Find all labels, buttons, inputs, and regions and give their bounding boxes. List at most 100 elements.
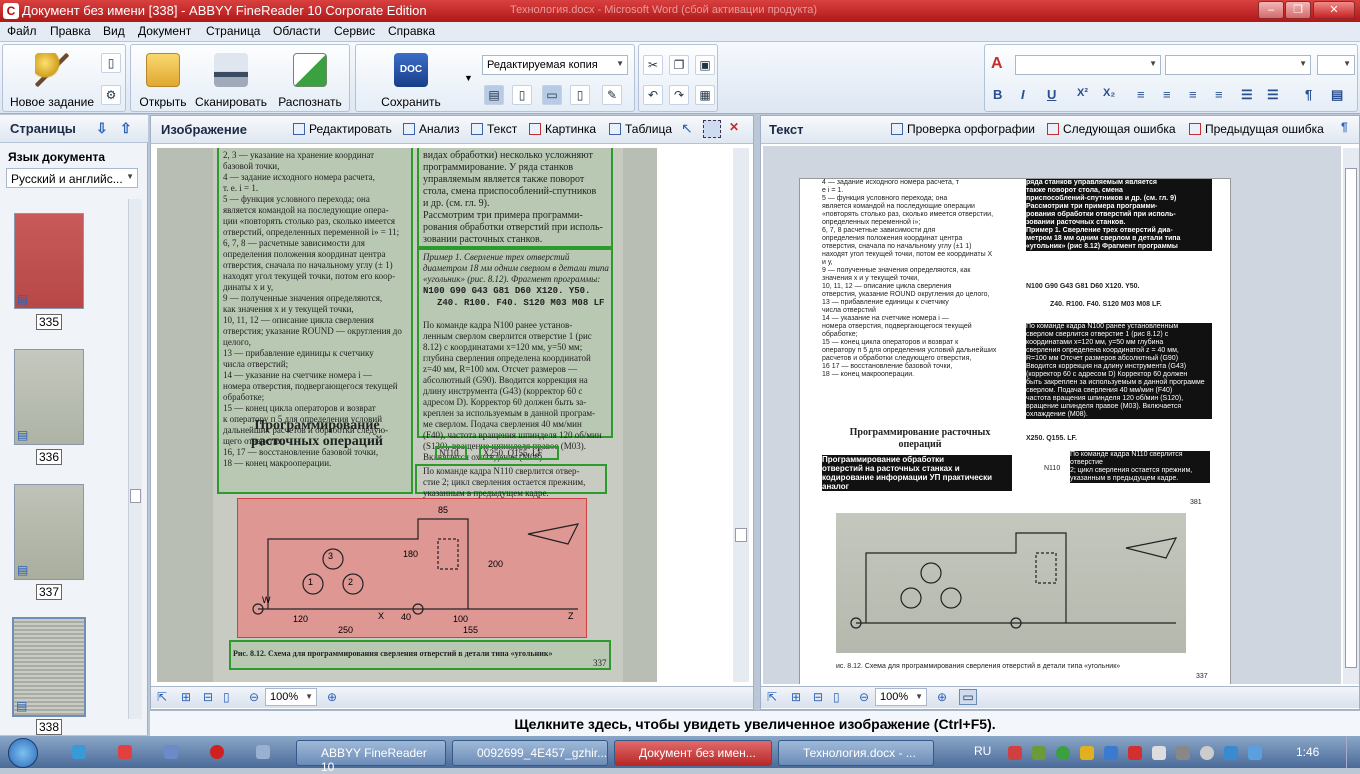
tray-info-icon[interactable]	[1056, 746, 1070, 760]
close-button[interactable]: ✕	[1313, 1, 1355, 19]
menu-page[interactable]: Страница	[206, 24, 260, 38]
font-size-select[interactable]: ▼	[1317, 55, 1355, 75]
settings-icon[interactable]: ⚙	[101, 85, 121, 105]
recognized-figure[interactable]	[836, 513, 1186, 653]
opera-icon[interactable]	[210, 745, 224, 759]
move-down-icon[interactable]: ⇩	[96, 120, 108, 137]
scanned-page-image[interactable]: 2, 3 — указание на хранение координат баз…	[157, 148, 657, 682]
image-vertical-scrollbar[interactable]	[733, 148, 749, 682]
font-select[interactable]: ▼	[1165, 55, 1311, 75]
analyze-button[interactable]: Анализ	[403, 122, 460, 136]
layout-page-icon[interactable]: ▯	[512, 85, 532, 105]
previous-error-button[interactable]: Предыдущая ошибка	[1189, 122, 1324, 136]
undo-icon[interactable]: ↶	[643, 85, 663, 105]
tray-volume-icon[interactable]	[1248, 746, 1262, 760]
align-justify-icon[interactable]: ≡	[1215, 87, 1223, 102]
start-button[interactable]	[8, 738, 38, 768]
style-select[interactable]: ▼	[1015, 55, 1161, 75]
fit-height-icon[interactable]: ⊟	[813, 690, 823, 704]
task-file[interactable]: 0092699_4E457_gzhir...	[452, 740, 608, 766]
pointer-icon[interactable]: ↖	[681, 120, 693, 137]
text-vertical-scrollbar[interactable]	[1343, 148, 1359, 684]
language-indicator[interactable]: RU	[974, 744, 991, 758]
tray-app-icon[interactable]	[1104, 746, 1118, 760]
scan-button[interactable]: Сканировать	[193, 49, 269, 109]
underline-button[interactable]: U	[1047, 87, 1056, 102]
picture-area-button[interactable]: Картинка	[529, 122, 596, 136]
actual-size-icon[interactable]: ▯	[223, 690, 230, 704]
zoom-hint-bar[interactable]: Щелкните здесь, чтобы увидеть увеличенно…	[150, 710, 1360, 736]
picture-block[interactable]: 3 1 2 85 120 250 40 100 155 200 180 W X …	[237, 498, 587, 638]
table-area-button[interactable]: Таблица	[609, 122, 672, 136]
minimize-button[interactable]: –	[1258, 1, 1284, 19]
subscript-button[interactable]: X₂	[1103, 87, 1115, 99]
ie-icon[interactable]	[72, 745, 86, 759]
tray-flag-icon[interactable]	[1224, 746, 1238, 760]
fit-width-icon[interactable]: ⊞	[791, 690, 801, 704]
task-finereader[interactable]: ABBYY FineReader 10	[296, 740, 446, 774]
page-thumbnail-338[interactable]: ▤	[12, 617, 86, 717]
text-style-icon[interactable]: A	[991, 55, 1003, 73]
next-error-button[interactable]: Следующая ошибка	[1047, 122, 1176, 136]
tray-acrobat-icon[interactable]	[1008, 746, 1022, 760]
actual-size-icon[interactable]: ▯	[833, 690, 840, 704]
copy-mode-select[interactable]: Редактируемая копия ▼	[482, 55, 628, 75]
menu-tools[interactable]: Сервис	[334, 24, 375, 38]
indent-icon[interactable]: ☰	[1267, 87, 1279, 103]
menu-view[interactable]: Вид	[103, 24, 125, 38]
restore-button[interactable]: ❐	[1285, 1, 1311, 19]
options-wrench-icon[interactable]: ✎	[602, 85, 622, 105]
fit-width-icon[interactable]: ⊞	[181, 690, 191, 704]
layout-plain-icon[interactable]: ▯	[570, 85, 590, 105]
page-thumbnail-336[interactable]: ▤	[14, 349, 84, 445]
tray-pen-icon[interactable]	[1032, 746, 1046, 760]
delete-area-icon[interactable]: ✕	[729, 120, 739, 134]
view-toggle-icon[interactable]: ▭	[959, 689, 977, 705]
page-thumbnail-337[interactable]: ▤	[14, 484, 84, 580]
tray-clock-icon[interactable]	[1200, 746, 1214, 760]
zoom-out-icon[interactable]: ⊖	[249, 690, 259, 704]
spellcheck-button[interactable]: Проверка орфографии	[891, 122, 1035, 136]
task-document-active[interactable]: Документ без имен...	[614, 740, 772, 766]
text-area-button[interactable]: Текст	[471, 122, 517, 136]
menu-document[interactable]: Документ	[138, 24, 191, 38]
zoom-in-icon[interactable]: ⊕	[327, 690, 337, 704]
redo-icon[interactable]: ↷	[669, 85, 689, 105]
show-desktop-button[interactable]	[1346, 736, 1360, 768]
zoom-in-icon[interactable]: ⊕	[937, 690, 947, 704]
cut-icon[interactable]: ✂	[643, 55, 663, 75]
scroll-thumb[interactable]	[735, 528, 747, 542]
paragraph-icon[interactable]: ¶	[1305, 87, 1312, 102]
fit-height-icon[interactable]: ⊟	[203, 690, 213, 704]
image-zoom-select[interactable]: 100% ▼	[265, 688, 317, 706]
bold-button[interactable]: B	[993, 87, 1002, 102]
volume-icon[interactable]	[256, 745, 270, 759]
menu-edit[interactable]: Правка	[50, 24, 91, 38]
fit-page-icon[interactable]: ⇱	[157, 690, 167, 704]
menu-file[interactable]: Файл	[7, 24, 37, 38]
scroll-thumb[interactable]	[1345, 168, 1357, 668]
text-zoom-select[interactable]: 100% ▼	[875, 688, 927, 706]
page-thumbnail-335[interactable]: ▤	[14, 213, 84, 309]
select-area-icon[interactable]	[703, 120, 721, 138]
paste-icon[interactable]: ▣	[695, 55, 715, 75]
align-right-icon[interactable]: ≡	[1189, 87, 1197, 102]
pages-scrollbar[interactable]	[128, 199, 142, 719]
scroll-thumb[interactable]	[130, 489, 141, 503]
italic-button[interactable]: I	[1021, 87, 1025, 102]
layout-flowed-icon[interactable]: ▤	[484, 85, 504, 105]
tray-antivirus-icon[interactable]	[1128, 746, 1142, 760]
menu-help[interactable]: Справка	[388, 24, 435, 38]
document-icon[interactable]: ▯	[101, 53, 121, 73]
save-button[interactable]: DOC W Сохранить	[364, 49, 458, 109]
mail-icon[interactable]	[164, 745, 178, 759]
layout-exact-icon[interactable]: ▭	[542, 85, 562, 105]
align-left-icon[interactable]: ≡	[1137, 87, 1145, 102]
open-button[interactable]: Открыть	[135, 49, 191, 109]
new-task-button[interactable]: Новое задание	[7, 49, 97, 109]
superscript-button[interactable]: X²	[1077, 87, 1088, 99]
zoom-out-icon[interactable]: ⊖	[859, 690, 869, 704]
list-icon[interactable]: ☰	[1241, 87, 1253, 103]
format-more-icon[interactable]: ▤	[1331, 87, 1343, 103]
paragraph-marks-icon[interactable]: ¶	[1341, 120, 1348, 134]
